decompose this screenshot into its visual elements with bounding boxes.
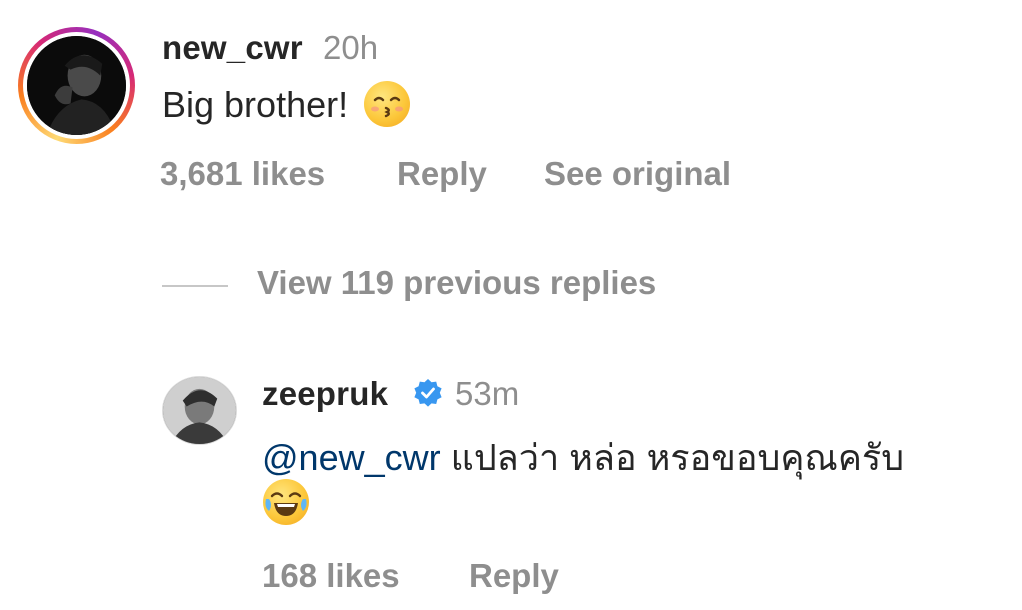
avatar[interactable] (27, 36, 126, 135)
reply-avatar[interactable] (162, 376, 237, 445)
replies-divider (162, 285, 228, 287)
reply-button[interactable]: Reply (397, 155, 487, 193)
reply-time: 53m (455, 375, 520, 412)
view-previous-replies-button[interactable]: View 119 previous replies (257, 264, 656, 302)
comment-time: 20h (323, 29, 379, 66)
reply-reply-button[interactable]: Reply (469, 557, 559, 595)
see-original-button[interactable]: See original (544, 155, 731, 193)
mention-link[interactable]: @new_cwr (262, 437, 441, 478)
comment-text: Big brother! (162, 81, 411, 130)
reply-username[interactable]: zeepruk (262, 375, 388, 413)
likes-count[interactable]: 3,681 likes (160, 155, 325, 193)
comment-body: Big brother! (162, 84, 349, 125)
kissing-face-emoji-icon (364, 81, 411, 128)
verified-badge-icon (414, 379, 442, 407)
face-with-tears-of-joy-emoji-icon (263, 479, 309, 525)
reply-likes-count[interactable]: 168 likes (262, 557, 400, 595)
reply-text: @new_cwr แปลว่า หล่อ หรอขอบคุณครับ (262, 437, 1002, 478)
reply-body: แปลว่า หล่อ หรอขอบคุณครับ (450, 437, 905, 478)
comment-username[interactable]: new_cwr (162, 29, 303, 67)
